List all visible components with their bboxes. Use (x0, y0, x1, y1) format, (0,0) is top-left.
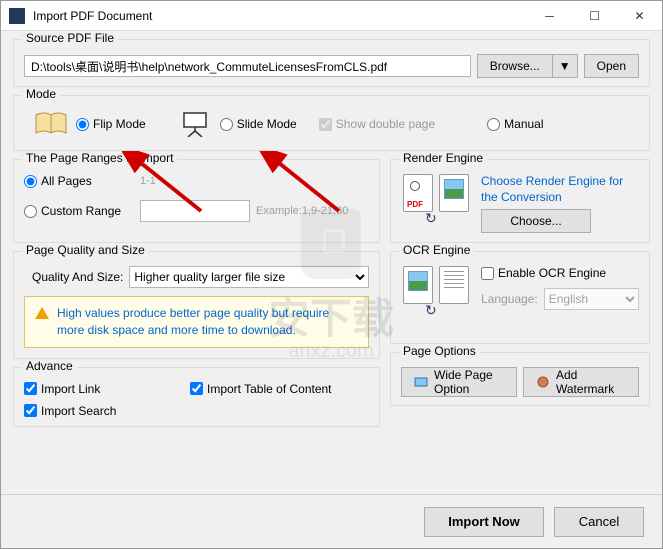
ocr-language-select: English (544, 288, 639, 310)
browse-dropdown-button[interactable]: ▼ (552, 54, 578, 78)
add-watermark-label: Add Watermark (556, 368, 626, 396)
import-toc-label: Import Table of Content (207, 382, 332, 396)
wide-page-icon (414, 375, 428, 389)
source-group-label: Source PDF File (22, 31, 118, 45)
import-now-button[interactable]: Import Now (424, 507, 544, 537)
slide-mode-radio[interactable]: Slide Mode (220, 117, 297, 131)
flip-mode-label: Flip Mode (93, 117, 146, 131)
wide-page-label: Wide Page Option (434, 368, 504, 396)
custom-range-radio[interactable]: Custom Range (24, 204, 134, 218)
all-pages-hint: 1-1 (140, 175, 156, 187)
custom-range-example: Example:1,9-21,30 (256, 205, 348, 217)
enable-ocr-checkbox[interactable]: Enable OCR Engine (481, 266, 639, 280)
render-engine-icon: PDF ↻ (401, 174, 473, 218)
flip-mode-icon (34, 110, 68, 138)
all-pages-label: All Pages (41, 174, 92, 188)
ocr-group-label: OCR Engine (399, 243, 474, 257)
watermark-icon (536, 375, 550, 389)
browse-button[interactable]: Browse... (477, 54, 552, 78)
slide-mode-icon (178, 110, 212, 138)
cancel-button[interactable]: Cancel (554, 507, 644, 537)
quality-label: Quality And Size: (32, 270, 123, 284)
manual-mode-radio[interactable]: Manual (487, 117, 543, 131)
open-button[interactable]: Open (584, 54, 639, 78)
close-button[interactable]: ✕ (617, 1, 662, 31)
render-engine-link[interactable]: Choose Render Engine for the Conversion (481, 174, 639, 205)
source-path-input[interactable] (24, 55, 471, 77)
warning-icon (35, 307, 49, 319)
import-search-label: Import Search (41, 404, 116, 418)
import-link-label: Import Link (41, 382, 100, 396)
pages-group-label: The Page Ranges to Import (22, 151, 177, 165)
mode-group-label: Mode (22, 87, 60, 101)
slide-mode-label: Slide Mode (237, 117, 297, 131)
ocr-language-label: Language: (481, 292, 538, 306)
render-choose-button[interactable]: Choose... (481, 209, 591, 233)
import-link-checkbox[interactable]: Import Link (24, 382, 184, 396)
show-double-checkbox: Show double page (319, 117, 435, 131)
advance-group-label: Advance (22, 359, 77, 373)
app-icon (9, 8, 25, 24)
render-group-label: Render Engine (399, 151, 487, 165)
custom-range-input (140, 200, 250, 222)
flip-mode-radio[interactable]: Flip Mode (76, 117, 146, 131)
minimize-button[interactable]: ─ (527, 1, 572, 31)
window-title: Import PDF Document (33, 9, 527, 23)
maximize-button[interactable]: ☐ (572, 1, 617, 31)
manual-mode-label: Manual (504, 117, 543, 131)
quality-warning-text: High values produce better page quality … (57, 305, 358, 339)
enable-ocr-label: Enable OCR Engine (498, 266, 606, 280)
ocr-engine-icon: ↻ (401, 266, 473, 310)
all-pages-radio[interactable]: All Pages (24, 174, 134, 188)
import-search-checkbox[interactable]: Import Search (24, 404, 116, 418)
import-toc-checkbox[interactable]: Import Table of Content (190, 382, 332, 396)
page-options-group-label: Page Options (399, 344, 480, 358)
custom-range-label: Custom Range (41, 204, 121, 218)
quality-select[interactable]: Higher quality larger file size (129, 266, 369, 288)
quality-group-label: Page Quality and Size (22, 243, 149, 257)
show-double-label: Show double page (336, 117, 435, 131)
add-watermark-button[interactable]: Add Watermark (523, 367, 639, 397)
wide-page-button[interactable]: Wide Page Option (401, 367, 517, 397)
